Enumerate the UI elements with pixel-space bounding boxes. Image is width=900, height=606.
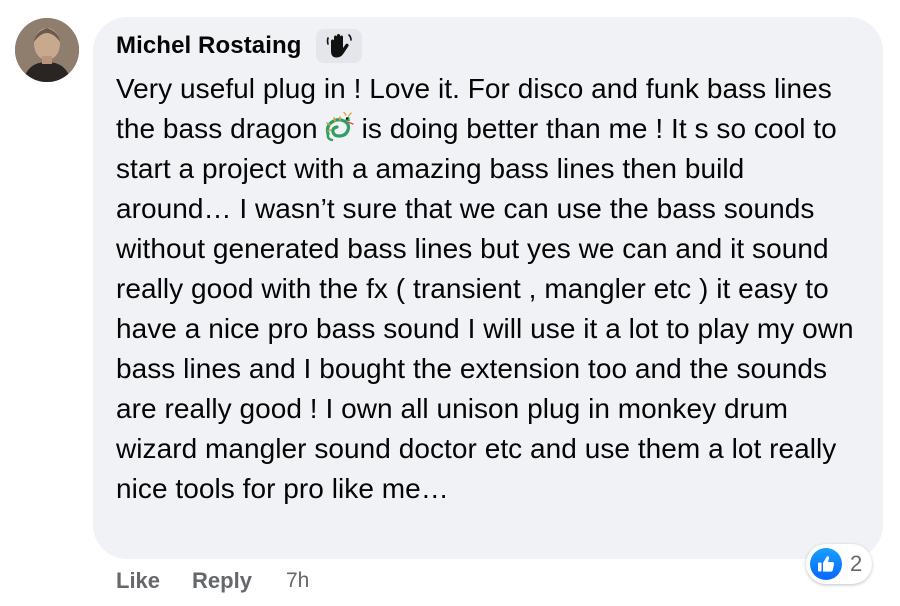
reactions-summary[interactable]: 2 <box>806 544 873 584</box>
person-avatar-icon <box>15 18 79 82</box>
comment-bubble: Michel Rostaing Very useful plug in ! Lo… <box>93 17 883 559</box>
reaction-count: 2 <box>850 551 863 576</box>
like-thumb-icon <box>810 548 842 580</box>
waving-hand-icon[interactable] <box>315 29 362 63</box>
comment-text: Very useful plug in ! Love it. For disco… <box>116 69 861 509</box>
comment-thread: Michel Rostaing Very useful plug in ! Lo… <box>0 0 900 606</box>
reply-button[interactable]: Reply <box>192 568 252 594</box>
comment-author[interactable]: Michel Rostaing <box>116 32 302 60</box>
comment-timestamp[interactable]: 7h <box>286 569 309 593</box>
comment-text-part-2: is doing better than me ! It s so cool t… <box>116 113 854 504</box>
like-button[interactable]: Like <box>116 568 160 594</box>
dragon-emoji-icon <box>322 111 356 142</box>
comment-header: Michel Rostaing <box>116 29 861 63</box>
avatar[interactable] <box>15 18 79 82</box>
comment-actions: Like Reply 7h <box>116 568 309 594</box>
